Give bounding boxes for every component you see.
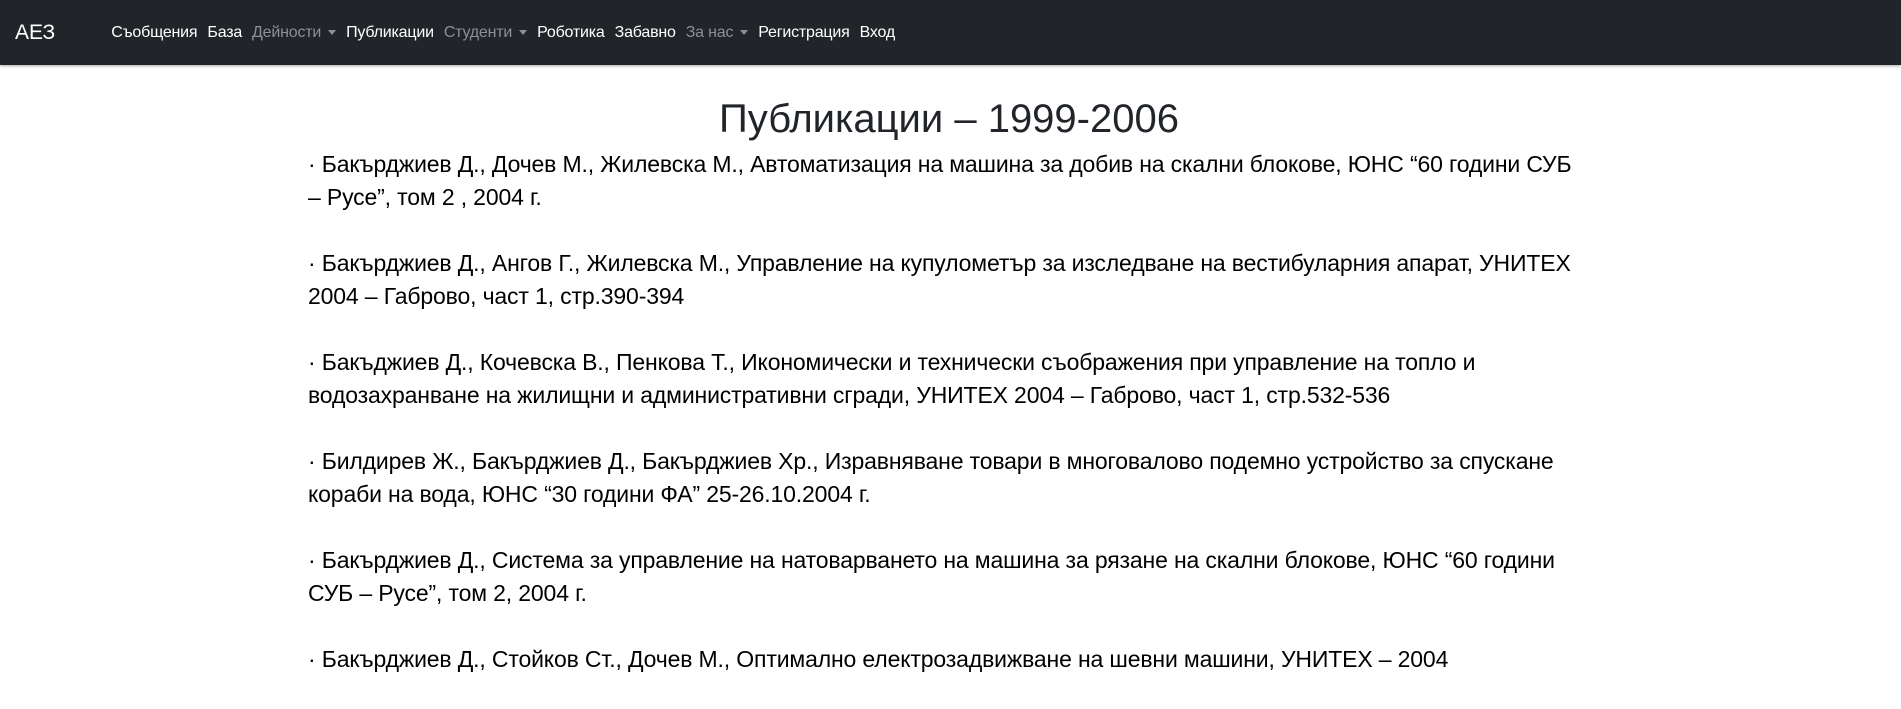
nav-item-label: Роботика [537, 23, 605, 41]
nav-item-label: Дейности [252, 23, 322, 41]
publication-entry: · Бакъджиев Д., Кочевска В., Пенкова Т.,… [308, 349, 1476, 408]
nav-item-6[interactable]: Забавно [610, 24, 681, 42]
nav-item-5[interactable]: Роботика [532, 24, 610, 42]
nav-menu: Съобщения База Дейности Публикации Студенти Р… [106, 24, 900, 42]
publication-entry: · Бакърджиев Д., Дочев М., Жилевска М., … [308, 151, 1572, 210]
nav-item-label: База [207, 23, 243, 41]
caret-down-icon [519, 30, 528, 35]
publication-list: · Бакърджиев Д., Дочев М., Жилевска М., … [308, 148, 1590, 676]
nav-item-label: Съобщения [111, 23, 198, 41]
nav-item-7[interactable]: За нас [681, 24, 754, 42]
nav-item-label: Забавно [614, 23, 676, 41]
publication-entry: · Билдирев Ж., Бакърджиев Д., Бакърджиев… [308, 448, 1554, 507]
publication-entry: · Бакърджиев Д., Ангов Г., Жилевска М., … [308, 250, 1571, 309]
nav-item-label: За нас [685, 23, 734, 41]
page-title: Публикации – 1999-2006 [719, 97, 1179, 141]
nav-item-8[interactable]: Регистрация [753, 24, 854, 42]
nav-item-2[interactable]: Дейности [247, 24, 341, 42]
nav-item-9[interactable]: Вход [855, 24, 900, 42]
nav-item-label: Публикации [346, 23, 434, 41]
brand-logo-link[interactable]: АЕЗ [15, 21, 55, 45]
nav-item-label: Вход [859, 23, 896, 41]
nav-item-1[interactable]: База [202, 24, 247, 42]
publication-entry: · Бакърджиев Д., Стойков Ст., Дочев М., … [308, 646, 1449, 672]
nav-item-3[interactable]: Публикации [341, 24, 439, 42]
nav-item-label: Регистрация [758, 23, 850, 41]
nav-item-4[interactable]: Студенти [439, 24, 532, 42]
nav-item-label: Студенти [443, 23, 513, 41]
caret-down-icon [328, 30, 337, 35]
caret-down-icon [740, 30, 749, 35]
top-navbar: АЕЗ Съобщения База Дейности Публикации Студе… [0, 0, 1901, 65]
main-content: Публикации – 1999-2006 · Бакърджиев Д., … [308, 65, 1590, 709]
nav-item-0[interactable]: Съобщения [106, 24, 202, 42]
publication-entry: · Бакърджиев Д., Система за управление н… [308, 547, 1555, 606]
